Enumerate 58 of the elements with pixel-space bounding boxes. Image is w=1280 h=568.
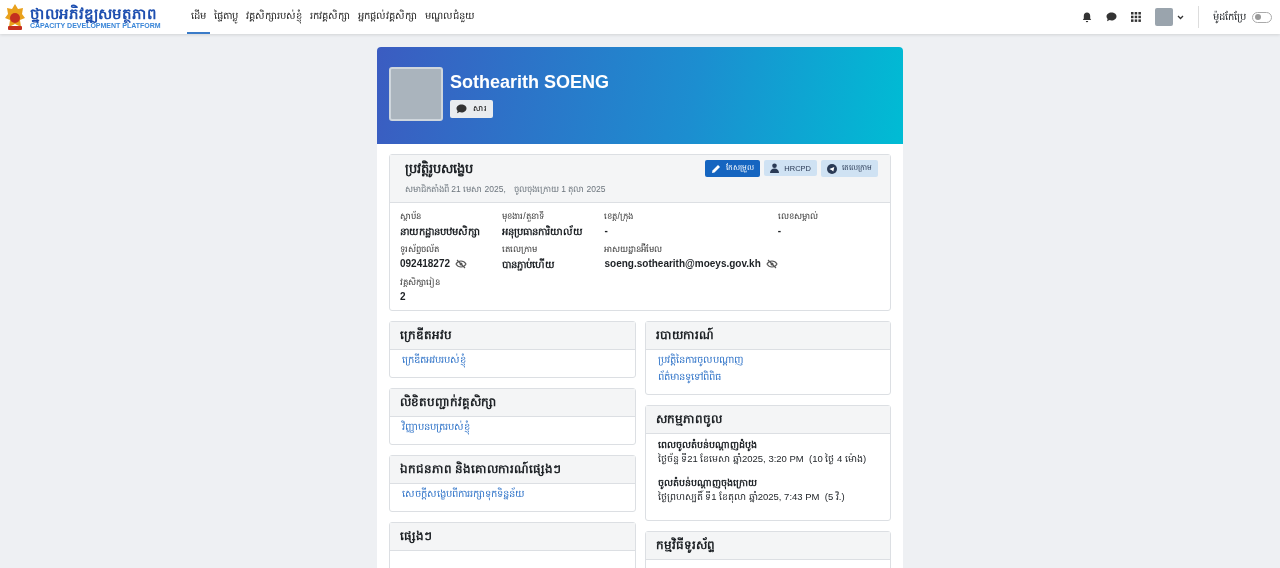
emblem-logo-icon[interactable] (4, 3, 26, 31)
nav-tab[interactable]: ដើម (186, 0, 210, 34)
panel-header: កម្មវិធីទូរស័ព្ទ (645, 532, 890, 560)
field-label: អាសយដ្ឋានអ៊ីមែល (604, 244, 664, 256)
panel-link[interactable]: សេចក្តីសង្ខេបពីការរក្សាទុកទិន្នន័យ (402, 487, 623, 502)
eye-slash-icon[interactable] (455, 258, 468, 269)
panel-link[interactable]: ប្រវត្តិនៃការចូលបណ្តាញ (657, 353, 878, 368)
entry-value: ថ្ងៃច័ន្ទ ទី21 ខែមេសា ឆ្នាំ2025, 3:20 PM (10 ថ្ងៃ 4 ម៉ោង) (657, 453, 868, 467)
nav-tab[interactable]: ផ្ទៃតាប្លូ (209, 0, 242, 34)
entry-label: ពេលចូលតំបន់បណ្តាញដំបូង (657, 439, 757, 452)
card-title: ប្រវត្តិរូបសង្ខេប (405, 160, 474, 179)
panel-header: ឯកជនភាព និងគោលការណ៍ផ្សេងៗ (390, 456, 635, 484)
field-value: នាយកដ្ឋានបឋមសិក្សា (400, 225, 480, 240)
speech-bubble-icon (456, 104, 467, 114)
nav-tab[interactable]: អ្នកផ្តល់វគ្គសិក្សា (353, 0, 421, 34)
brand-title[interactable]: ថ្នាលអភិវឌ្ឍសមត្ថភាព (30, 5, 161, 22)
nav-tab[interactable]: មណ្ឌលជំនួយ (420, 0, 479, 34)
toggle-label: ម៉ូដកែប្រែ (1213, 9, 1246, 25)
panel-header: របាយការណ៍ (645, 322, 890, 350)
field-value: 092418272 (400, 258, 451, 269)
entry-label: ចូលតំបន់បណ្តាញចុងក្រោយ (657, 477, 878, 491)
member-since-text: សមាជិកតាំងពី 21 មេសា 2025, (405, 184, 506, 196)
field-label: ស្ថាប័ន (400, 211, 422, 223)
field-value: អនុប្រធានការិយាល័យ (502, 225, 584, 240)
nav-tab[interactable]: វគ្គសិក្សារបស់ខ្ញុំ (241, 0, 306, 34)
panel-header: ផ្សេងៗ (390, 523, 635, 551)
profile-photo-placeholder (389, 67, 443, 121)
apps-grid-icon[interactable] (1131, 12, 1141, 22)
mode-toggle[interactable] (1252, 11, 1272, 23)
person-icon (770, 163, 780, 173)
panel-link[interactable]: ព័ត៌មានទូទៅពិពិធ (657, 370, 878, 385)
chat-icon[interactable] (1106, 12, 1117, 22)
message-button[interactable]: សារ (450, 100, 493, 118)
pencil-icon (711, 163, 722, 174)
panel-header: ក្រេឌីតអវប (390, 322, 635, 350)
eye-slash-icon[interactable] (765, 258, 778, 269)
panel-header: លិខិតបញ្ជាក់វគ្គសិក្សា (390, 389, 635, 417)
field-label: លេខសម្គាល់ (777, 211, 819, 223)
field-label: ទូរស័ព្ទចល័ត (400, 244, 440, 256)
panel-header: សកម្មភាពចូល (645, 406, 890, 434)
panel-link[interactable]: ក្រេឌីតអវបរបស់ខ្ញុំ (402, 353, 623, 368)
panel-link[interactable]: វិញ្ញាបនបត្ររបស់ខ្ញុំ (402, 420, 623, 435)
nav-tab[interactable]: រកវគ្គសិក្សា (305, 0, 354, 34)
entry-value: ថ្ងៃព្រហស្បតិ៍ ទី1 ខែតុលា ឆ្នាំ2025, 7:43 PM (5 វិ.) (657, 491, 846, 505)
field-label: ខេត្ត/ក្រុង (604, 211, 634, 223)
last-access-text: ចូលចុងក្រោយ 1 តុលា 2025 (513, 184, 606, 196)
caret-icon[interactable] (1177, 14, 1184, 20)
send-circle-icon (827, 163, 837, 174)
field-value: បានភ្ជាប់ហើយ (502, 258, 556, 273)
field-value: 2 (400, 291, 406, 302)
field-label: តេលេក្រាម (502, 244, 539, 256)
field-value: - (604, 225, 608, 236)
bell-icon[interactable] (1082, 11, 1092, 23)
profile-name: Sothearith SOENG (450, 72, 610, 93)
field-label: វគ្គសិក្សារៀន (400, 277, 441, 289)
field-value: soeng.sothearith@moeys.gov.kh (604, 258, 761, 269)
field-label: មុខងារ/តួនាទី (502, 211, 545, 223)
field-value: - (777, 225, 782, 236)
